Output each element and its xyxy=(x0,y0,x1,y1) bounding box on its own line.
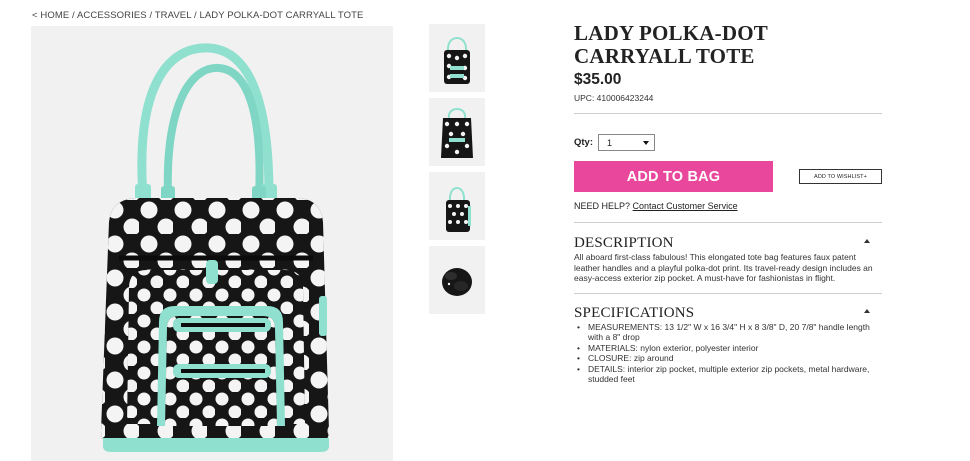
tote-front-thumb-image xyxy=(444,37,470,84)
add-to-bag-row: ADD TO BAG ADD TO WISHLIST+ xyxy=(574,161,882,192)
specifications-section: SPECIFICATIONS MEASUREMENTS: 13 1/2" W x… xyxy=(574,305,882,385)
product-price: $35.00 xyxy=(574,71,622,88)
specifications-title: SPECIFICATIONS xyxy=(574,304,695,321)
specifications-list: MEASUREMENTS: 13 1/2" W x 16 3/4" H x 8 … xyxy=(574,322,882,385)
spec-item: MEASUREMENTS: 13 1/2" W x 16 3/4" H x 8 … xyxy=(574,322,882,343)
qty-label: Qty: xyxy=(574,137,593,148)
description-section: DESCRIPTION All aboard first-class fabul… xyxy=(574,235,882,284)
quantity-row: Qty: 1 xyxy=(574,134,882,151)
quantity-value: 1 xyxy=(607,137,613,148)
tote-interior-thumb-image xyxy=(442,268,472,296)
tote-bag-illustration xyxy=(101,43,329,452)
specifications-header[interactable]: SPECIFICATIONS xyxy=(574,305,882,322)
help-line: NEED HELP? Contact Customer Service xyxy=(574,201,882,211)
thumbnail-angle[interactable] xyxy=(429,98,485,166)
contact-customer-service-link[interactable]: Contact Customer Service xyxy=(633,201,738,211)
main-product-image[interactable] xyxy=(31,26,393,461)
caret-up-icon[interactable] xyxy=(864,308,870,313)
spec-item: CLOSURE: zip around xyxy=(574,353,882,364)
breadcrumb[interactable]: < HOME / ACCESSORIES / TRAVEL / LADY POL… xyxy=(32,10,363,21)
thumbnail-gallery xyxy=(429,24,485,320)
add-to-wishlist-button[interactable]: ADD TO WISHLIST+ xyxy=(799,169,882,184)
divider xyxy=(574,113,882,114)
divider xyxy=(574,292,882,294)
thumbnail-side[interactable] xyxy=(429,172,485,240)
tote-angle-thumb-image xyxy=(441,108,473,158)
help-text: NEED HELP? xyxy=(574,201,631,211)
caret-up-icon[interactable] xyxy=(864,239,870,243)
description-text: All aboard first-class fabulous! This el… xyxy=(574,252,873,283)
product-info-panel: LADY POLKA-DOT CARRYALL TOTE $35.00 UPC:… xyxy=(574,22,882,385)
tote-side-thumb-image xyxy=(446,187,471,232)
product-upc: UPC: 410006423244 xyxy=(574,93,654,103)
caret-down-icon xyxy=(643,140,649,145)
add-to-bag-button[interactable]: ADD TO BAG xyxy=(574,161,773,192)
spec-item: MATERIALS: nylon exterior, polyester int… xyxy=(574,343,882,354)
breadcrumb-text[interactable]: < HOME / ACCESSORIES / TRAVEL / LADY POL… xyxy=(32,10,363,21)
spec-item: DETAILS: interior zip pocket, multiple e… xyxy=(574,364,882,385)
product-title: LADY POLKA-DOT CARRYALL TOTE xyxy=(574,21,768,68)
quantity-select[interactable]: 1 xyxy=(598,134,655,151)
divider xyxy=(574,222,882,223)
thumbnail-front[interactable] xyxy=(429,24,485,92)
thumbnail-interior[interactable] xyxy=(429,246,485,314)
description-title: DESCRIPTION xyxy=(574,235,674,251)
description-header[interactable]: DESCRIPTION xyxy=(574,235,882,252)
